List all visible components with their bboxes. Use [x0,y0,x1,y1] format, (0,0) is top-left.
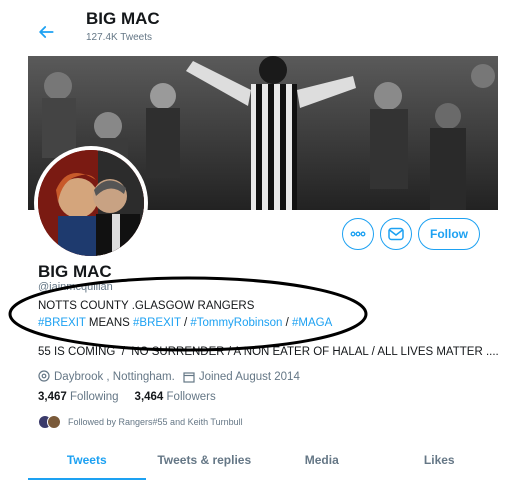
following-count: 3,467 [38,391,67,403]
mutual-avatars [38,415,62,429]
followers-count: 3,464 [134,391,164,403]
profile-header: BIG MAC 127.4K Tweets [0,0,526,56]
location-text: Daybrook , Nottingham. [54,370,175,383]
bio-text: / [180,317,191,329]
follow-stats: 3,467 Following 3,464 Followers [38,391,216,403]
followed-by[interactable]: Followed by Rangers#55 and Keith Turnbul… [38,415,243,429]
hashtag-link[interactable]: #MAGA [292,317,332,329]
hashtag-link[interactable]: #BREXIT [133,317,181,329]
message-icon [388,227,404,241]
joined-date: Joined August 2014 [198,370,300,383]
follow-button[interactable]: Follow [418,218,480,250]
profile-handle[interactable]: @iainmcquillan [38,281,113,293]
hashtag-link[interactable]: #TommyRobinson [190,317,282,329]
followers-label: Followers [166,391,216,403]
tab-likes[interactable]: Likes [381,446,499,480]
bio-line-1: NOTTS COUNTY .GLASGOW RANGERS [38,300,255,312]
profile-tabs: Tweets Tweets & replies Media Likes [28,446,498,480]
header-name: BIG MAC [86,9,160,28]
tab-tweets[interactable]: Tweets [28,446,146,480]
display-name: BIG MAC [38,262,112,281]
calendar-icon [183,371,195,383]
followed-by-text: Followed by Rangers#55 and Keith Turnbul… [68,417,243,427]
avatar [47,415,61,429]
message-button[interactable] [380,218,412,250]
avatar[interactable] [34,146,148,260]
avatar-photo [38,150,144,256]
bio-text: / [282,317,292,329]
more-icon [350,231,366,237]
profile-meta: Daybrook , Nottingham. Joined August 201… [38,370,300,383]
more-options-button[interactable] [342,218,374,250]
header-tweet-count: 127.4K Tweets [86,32,152,43]
tab-media[interactable]: Media [263,446,381,480]
followers-link[interactable]: 3,464 Followers [135,391,216,403]
following-label: Following [69,391,119,403]
tab-tweets-replies[interactable]: Tweets & replies [146,446,264,480]
bio-text: MEANS [85,317,134,329]
hashtag-link[interactable]: #BREXIT [38,317,86,329]
back-arrow-icon[interactable] [36,22,56,42]
location-icon [38,370,50,382]
following-link[interactable]: 3,467 Following [38,391,119,403]
bio-line-2: #BREXIT MEANS #BREXIT / #TommyRobinson /… [38,317,332,329]
bio-line-3: 55 IS COMING / NO SURRENDER / A NON EATE… [38,346,499,358]
